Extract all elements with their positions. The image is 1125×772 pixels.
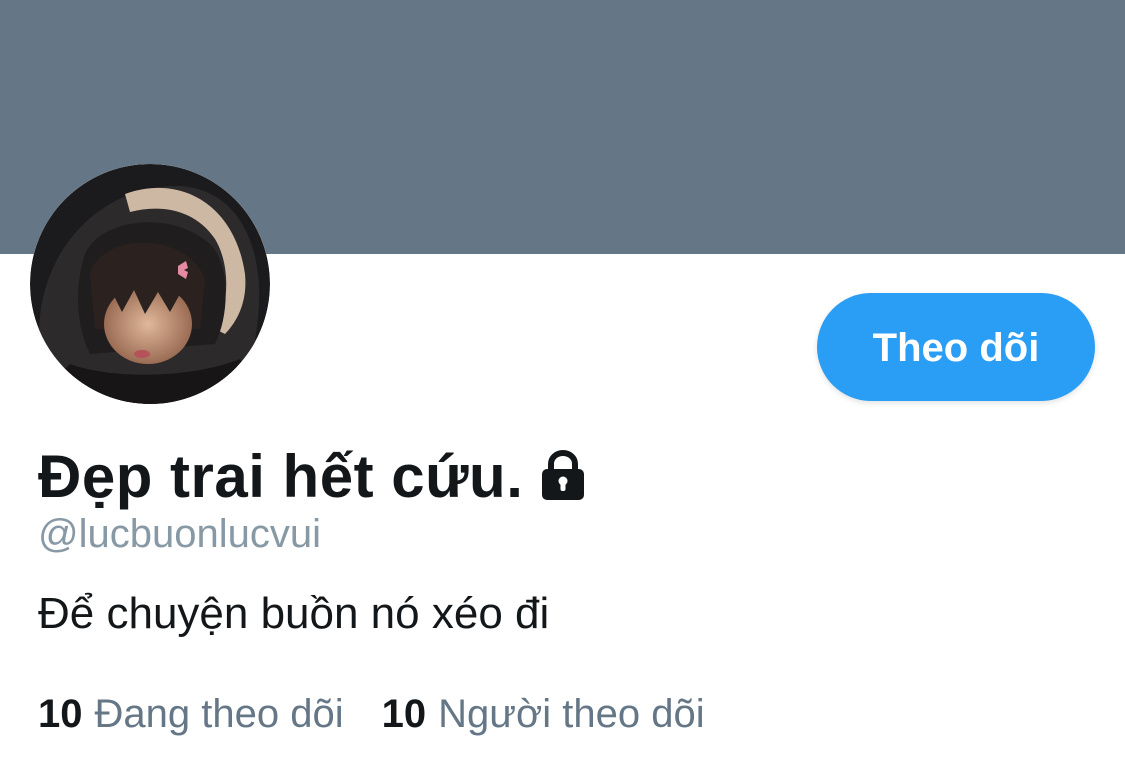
followers-label: Người theo dõi — [438, 692, 705, 736]
follow-button[interactable]: Theo dõi — [817, 293, 1095, 401]
display-name-row: Đẹp trai hết cứu. — [38, 436, 587, 516]
bio: Để chuyện buồn nó xéo đi — [38, 589, 550, 638]
following-stat[interactable]: 10 Đang theo dõi — [38, 692, 344, 737]
following-label: Đang theo dõi — [94, 692, 344, 736]
display-name: Đẹp trai hết cứu. — [38, 442, 524, 510]
following-count: 10 — [38, 692, 83, 736]
profile-photo — [30, 164, 270, 404]
lock-icon — [539, 450, 587, 502]
profile-stats: 10 Đang theo dõi 10 Người theo dõi — [38, 692, 705, 737]
followers-count: 10 — [381, 692, 427, 736]
profile-page: Theo dõi Đẹp trai hết cứu. @lucbuonlucvu… — [0, 0, 1125, 772]
followers-stat[interactable]: 10 Người theo dõi — [382, 692, 705, 737]
user-handle: @lucbuonlucvui — [38, 512, 321, 556]
avatar[interactable] — [30, 164, 270, 404]
